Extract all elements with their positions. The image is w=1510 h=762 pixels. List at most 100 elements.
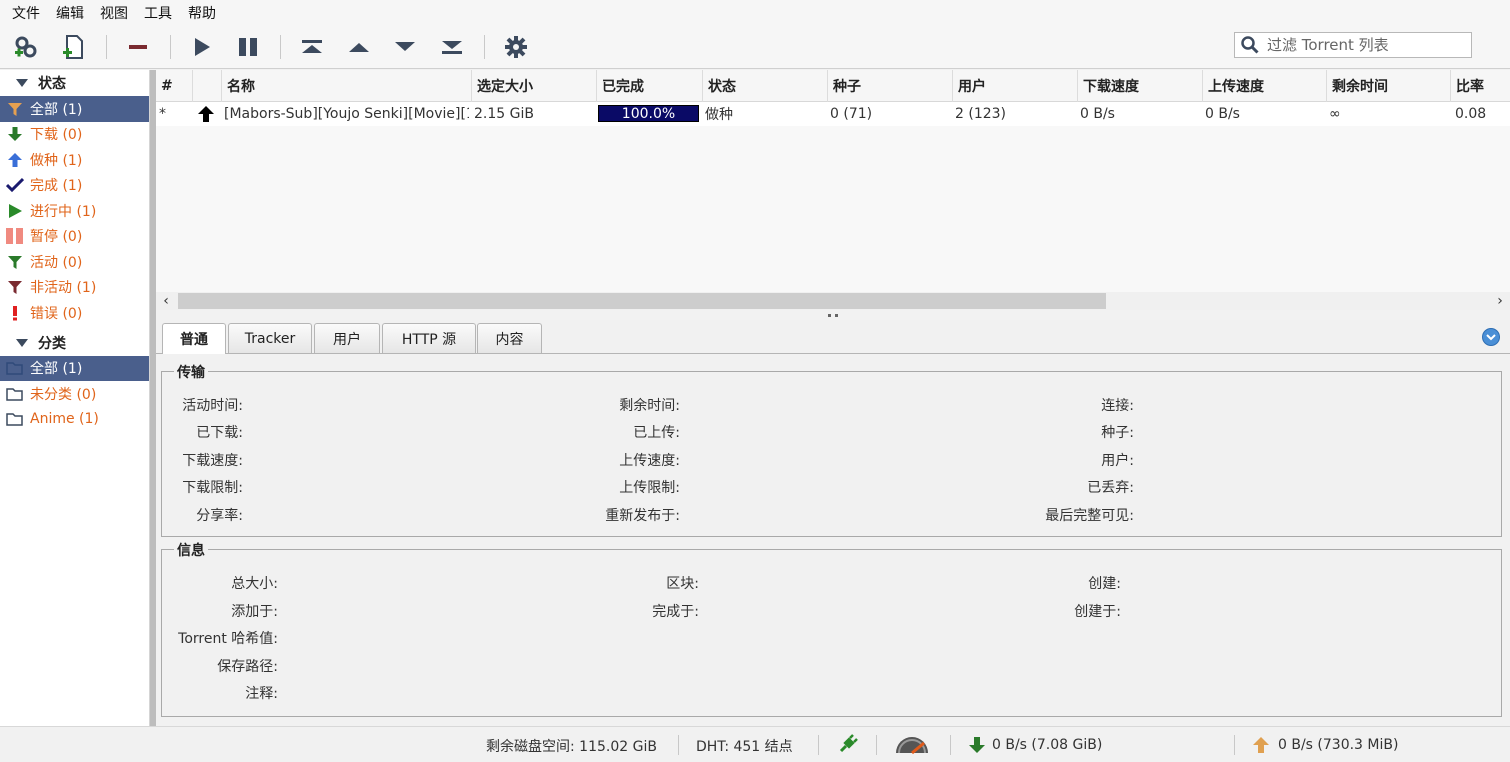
tab-tracker[interactable]: Tracker [228,323,312,353]
label-created-by: 创建: [1088,576,1121,592]
tab-content[interactable]: 内容 [477,323,542,353]
panel-splitter[interactable] [156,310,1510,320]
label-reannounce: 重新发布于: [605,508,680,524]
sidebar-item-seeding[interactable]: 做种 (1) [0,147,149,173]
category-section-header[interactable]: 分类 [0,330,149,356]
label-comment: 注释: [245,686,278,702]
toolbar-separator [280,35,281,59]
sidebar-item-paused[interactable]: 暂停 (0) [0,224,149,250]
sidebar-item-label: 非活动 (1) [30,280,97,297]
tab-general[interactable]: 普通 [162,323,226,354]
label-download-limit: 下载限制: [182,480,243,496]
filter-torrents-input[interactable] [1267,36,1467,54]
info-group: 信息 总大小: 添加于: Torrent 哈希值: 保存路径: 注释: 区块: … [161,540,1502,717]
torrent-down-speed: 0 B/s [1080,106,1115,122]
toolbar-separator [106,35,107,59]
category-item-all[interactable]: 全部 (1) [0,355,149,381]
sidebar-item-all[interactable]: 全部 (1) [0,96,149,122]
torrent-seeds: 0 (71) [830,106,873,122]
move-top-button[interactable] [298,33,326,61]
add-torrent-link-button[interactable] [12,33,40,61]
torrent-size: 2.15 GiB [474,106,534,122]
sidebar-item-errored[interactable]: 错误 (0) [0,300,149,326]
sidebar-item-active[interactable]: 活动 (0) [0,249,149,275]
category-header-label: 分类 [38,335,66,352]
column-progress[interactable]: 已完成 [596,70,702,102]
sidebar-item-completed[interactable]: 完成 (1) [0,173,149,199]
pause-icon [239,38,257,56]
menu-help[interactable]: 帮助 [180,3,224,23]
move-down-button[interactable] [391,33,419,61]
column-down-speed[interactable]: 下载速度 [1077,70,1202,102]
tab-http-sources[interactable]: HTTP 源 [382,323,476,353]
menu-edit[interactable]: 编辑 [48,3,92,23]
label-wasted: 已丢弃: [1087,480,1134,496]
status-separator [876,735,877,755]
label-completed-on: 完成于: [652,604,699,620]
folder-icon [6,359,24,377]
torrent-status: 做种 [705,107,733,123]
category-item-label: 全部 (1) [30,361,83,378]
filter-active-icon [6,253,24,271]
options-button[interactable] [502,33,530,61]
collapse-panel-icon[interactable] [1482,328,1500,346]
filter-box [1234,32,1472,58]
status-separator [950,735,951,755]
tab-peers[interactable]: 用户 [314,323,380,353]
seeding-up-arrow-icon [194,102,221,126]
connection-status-plug-icon[interactable] [838,734,858,754]
label-time-active: 活动时间: [182,398,243,414]
filter-inactive-icon [6,278,24,296]
remove-button[interactable] [124,33,152,61]
status-separator [818,735,819,755]
sidebar-item-inactive[interactable]: 非活动 (1) [0,275,149,301]
move-bottom-button[interactable] [438,33,466,61]
column-size[interactable]: 选定大小 [471,70,596,102]
move-up-button[interactable] [345,33,373,61]
sidebar-item-label: 活动 (0) [30,254,83,271]
scrollbar-thumb[interactable] [178,293,1106,309]
sidebar-item-running[interactable]: 进行中 (1) [0,198,149,224]
scroll-right-icon[interactable]: › [1490,292,1510,310]
label-peers: 用户: [1101,453,1134,469]
pause-button[interactable] [234,33,262,61]
add-link-icon [15,36,37,58]
status-section-header[interactable]: 状态 [0,70,149,96]
status-separator [678,735,679,755]
label-last-seen-complete: 最后完整可见: [1045,508,1134,524]
column-name[interactable]: 名称 [221,70,471,102]
menu-view[interactable]: 视图 [92,3,136,23]
scroll-left-icon[interactable]: ‹ [156,292,176,310]
column-seeds[interactable]: 种子 [827,70,952,102]
column-peers[interactable]: 用户 [952,70,1077,102]
folder-icon [6,410,24,428]
dht-nodes: DHT: 451 结点 [696,739,793,755]
column-priority[interactable]: # [156,70,192,102]
resume-button[interactable] [188,33,216,61]
label-downloaded: 已下载: [196,425,243,441]
column-ratio[interactable]: 比率 [1450,70,1510,102]
column-eta[interactable]: 剩余时间 [1326,70,1450,102]
sidebar-item-downloading[interactable]: 下载 (0) [0,122,149,148]
torrent-peers: 2 (123) [955,106,1007,122]
chevron-up-icon [349,43,369,52]
download-status[interactable]: 0 B/s (7.08 GiB) [968,736,1102,754]
menu-file[interactable]: 文件 [4,3,48,23]
torrent-row[interactable]: * [Mabors-Sub][Youjo Senki][Movie][1… 2.… [156,102,1510,126]
add-torrent-file-button[interactable] [60,33,88,61]
label-added-on: 添加于: [231,604,278,620]
category-item-uncategorized[interactable]: 未分类 (0) [0,381,149,407]
label-connections: 连接: [1101,398,1134,414]
upload-status[interactable]: 0 B/s (730.3 MiB) [1252,736,1398,754]
play-icon [6,202,24,220]
category-item-anime[interactable]: Anime (1) [0,407,149,433]
filter-icon [6,100,24,118]
column-state-icon[interactable] [192,70,221,102]
error-icon [6,304,24,322]
column-up-speed[interactable]: 上传速度 [1202,70,1326,102]
speed-limit-toggle-icon[interactable] [894,735,930,755]
gear-icon [505,36,527,58]
column-status[interactable]: 状态 [702,70,827,102]
horizontal-scrollbar[interactable]: ‹ › [156,292,1510,310]
menu-tools[interactable]: 工具 [136,3,180,23]
